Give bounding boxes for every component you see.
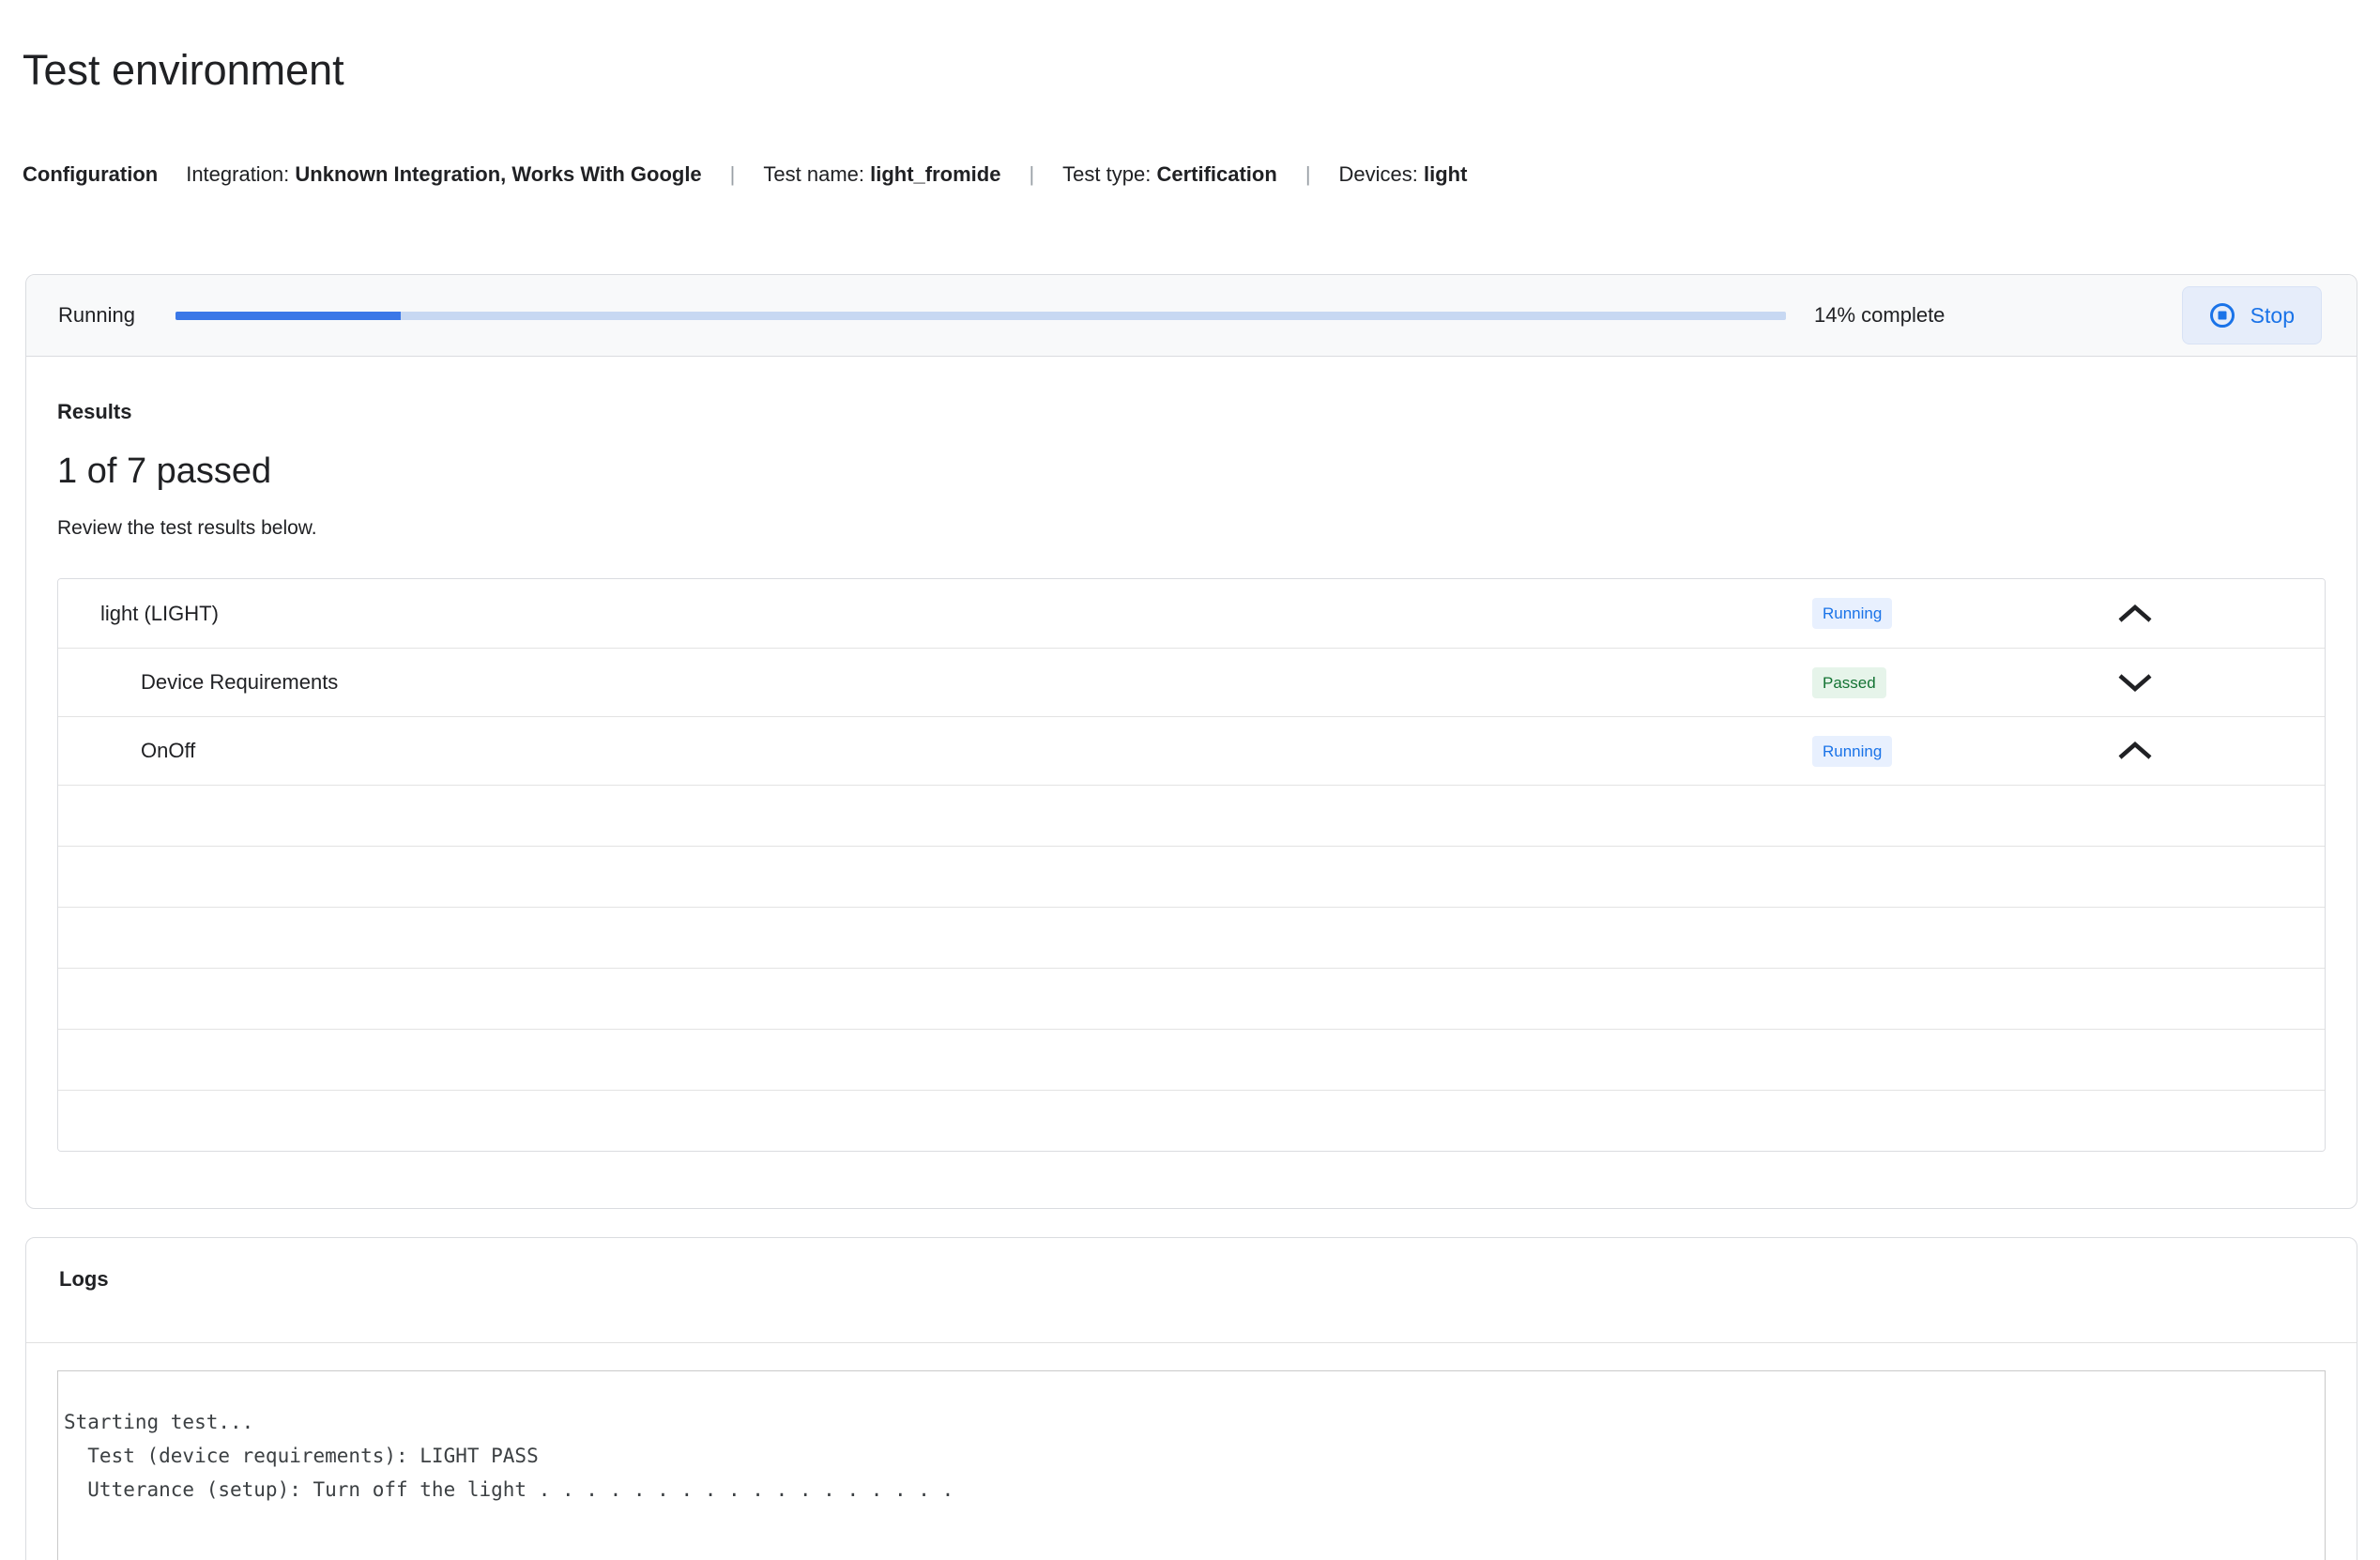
stop-button-label: Stop bbox=[2250, 302, 2295, 328]
status-badge: Running bbox=[1812, 598, 1893, 629]
chevron-down-icon[interactable] bbox=[2114, 672, 2156, 693]
config-test-type: Test type: Certification bbox=[1062, 161, 1277, 188]
status-badge-cell: Running bbox=[1812, 598, 2114, 629]
table-row-empty bbox=[58, 1090, 2325, 1151]
config-test-name: Test name: light_fromide bbox=[763, 161, 1000, 188]
table-row-empty bbox=[58, 1029, 2325, 1090]
config-test-type-label: Test type: bbox=[1062, 162, 1157, 186]
table-row-device[interactable]: light (LIGHT) Running bbox=[58, 579, 2325, 648]
page-title: Test environment bbox=[23, 46, 344, 94]
config-separator: | bbox=[729, 162, 736, 186]
configuration-label: Configuration bbox=[23, 162, 159, 186]
results-section: Results 1 of 7 passed Review the test re… bbox=[26, 357, 2357, 1208]
table-row-test[interactable]: OnOff Running bbox=[58, 716, 2325, 785]
progress-status-label: Running bbox=[58, 303, 135, 327]
table-row-test[interactable]: Device Requirements Passed bbox=[58, 648, 2325, 716]
results-card: Running 14% complete Stop Results 1 of 7… bbox=[25, 274, 2357, 1209]
results-heading: Results bbox=[57, 400, 132, 423]
stop-button[interactable]: Stop bbox=[2181, 286, 2322, 344]
config-integration: Integration: Unknown Integration, Works … bbox=[186, 161, 701, 188]
table-row-empty bbox=[58, 846, 2325, 907]
chevron-up-icon[interactable] bbox=[2114, 604, 2156, 624]
configuration-bar: Configuration Integration: Unknown Integ… bbox=[23, 161, 2380, 188]
config-devices-label: Devices: bbox=[1338, 162, 1425, 186]
config-integration-value: Unknown Integration, Works With Google bbox=[295, 162, 702, 186]
status-badge-cell: Passed bbox=[1812, 666, 2114, 698]
config-devices-value: light bbox=[1424, 162, 1468, 186]
row-test-name: OnOff bbox=[141, 739, 196, 762]
progress-percent-label: 14% complete bbox=[1814, 303, 1945, 327]
config-integration-label: Integration: bbox=[186, 162, 296, 186]
table-row-empty bbox=[58, 907, 2325, 968]
logs-card: Logs Starting test... Test (device requi… bbox=[25, 1237, 2357, 1560]
config-devices: Devices: light bbox=[1339, 161, 1468, 188]
progress-bar-fill bbox=[175, 311, 402, 320]
config-test-name-value: light_fromide bbox=[870, 162, 1001, 186]
progress-bar-track bbox=[175, 311, 1786, 320]
stop-record-icon bbox=[2209, 302, 2235, 329]
table-row-empty bbox=[58, 785, 2325, 846]
log-line: Test (device requirements): LIGHT PASS bbox=[64, 1445, 539, 1467]
results-subtitle: Review the test results below. bbox=[57, 517, 317, 539]
config-test-name-label: Test name: bbox=[763, 162, 871, 186]
status-badge: Passed bbox=[1812, 666, 1886, 698]
log-line: Utterance (setup): Turn off the light . … bbox=[64, 1478, 954, 1501]
test-progress-bar-section: Running 14% complete Stop bbox=[26, 275, 2357, 357]
results-table: light (LIGHT) Running Device Requirement… bbox=[57, 578, 2326, 1152]
log-line: Starting test... bbox=[64, 1411, 254, 1433]
results-summary: 1 of 7 passed bbox=[57, 451, 272, 491]
chevron-up-icon[interactable] bbox=[2114, 741, 2156, 761]
log-output[interactable]: Starting test... Test (device requiremen… bbox=[57, 1370, 2326, 1560]
logs-header: Logs bbox=[26, 1238, 2357, 1343]
row-test-name: Device Requirements bbox=[141, 670, 339, 694]
logs-heading: Logs bbox=[59, 1267, 109, 1291]
status-badge: Running bbox=[1812, 735, 1893, 767]
status-badge-cell: Running bbox=[1812, 735, 2114, 767]
config-separator: | bbox=[1304, 162, 1311, 186]
logs-content: Starting test... Test (device requiremen… bbox=[26, 1343, 2357, 1560]
table-row-empty bbox=[58, 968, 2325, 1029]
row-device-name: light (LIGHT) bbox=[100, 601, 219, 625]
config-test-type-value: Certification bbox=[1156, 162, 1277, 186]
config-separator: | bbox=[1029, 162, 1035, 186]
